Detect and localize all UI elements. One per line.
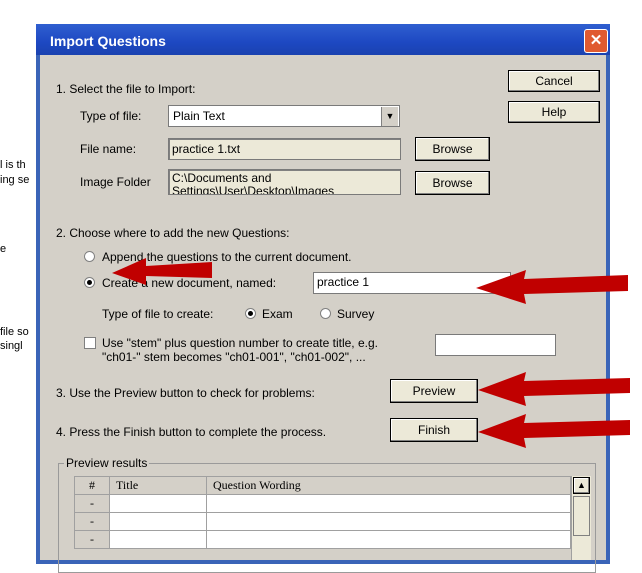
arrow-to-finish-button-icon — [478, 414, 630, 448]
arrow-to-name-input-icon — [476, 270, 628, 304]
arrow-to-create-radio-icon — [112, 258, 212, 285]
arrow-to-preview-button-icon — [478, 372, 630, 406]
annotation-arrows — [112, 258, 630, 448]
